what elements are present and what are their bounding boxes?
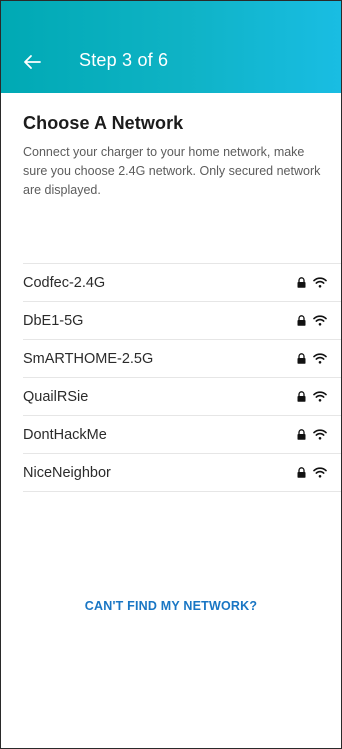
network-row-smarthome[interactable]: SmARTHOME-2.5G [23,340,341,378]
network-row-donthackme[interactable]: DontHackMe [23,416,341,454]
network-status-icons [297,416,327,453]
network-list: Codfec-2.4G DbE1-5G SmARTHOME-2.5G Quail… [23,263,341,492]
network-status-icons [297,340,327,377]
page-description: Connect your charger to your home networ… [23,145,321,197]
page-title: Choose A Network [23,113,184,133]
lock-icon [297,429,306,440]
lock-icon [297,277,306,288]
wifi-icon [313,315,327,326]
lock-icon [297,467,306,478]
network-status-icons [297,454,327,491]
network-status-icons [297,378,327,415]
screen: Step 3 of 6 Choose A Network Connect you… [0,0,342,749]
network-name: DbE1-5G [23,312,84,329]
lock-icon [297,353,306,364]
intro-section: Choose A Network Connect your charger to… [23,113,323,200]
network-row-niceneighbor[interactable]: NiceNeighbor [23,454,341,492]
lock-icon [297,391,306,402]
header-bar: Step 3 of 6 [1,1,341,93]
network-row-quailrsie[interactable]: QuailRSie [23,378,341,416]
network-status-icons [297,302,327,339]
network-name: NiceNeighbor [23,464,111,481]
network-name: DontHackMe [23,426,107,443]
step-title: Step 3 of 6 [79,50,169,70]
wifi-icon [313,429,327,440]
network-row-dbe1[interactable]: DbE1-5G [23,302,341,340]
lock-icon [297,315,306,326]
network-name: QuailRSie [23,388,89,405]
network-name: SmARTHOME-2.5G [23,350,154,367]
cant-find-network-link[interactable]: CAN'T FIND MY NETWORK? [1,599,341,613]
network-status-icons [297,264,327,301]
wifi-icon [313,467,327,478]
wifi-icon [313,277,327,288]
arrow-left-icon [24,55,41,69]
network-name: Codfec-2.4G [23,274,106,291]
wifi-icon [313,391,327,402]
back-button[interactable] [19,49,45,75]
network-row-codfec[interactable]: Codfec-2.4G [23,264,341,302]
wifi-icon [313,353,327,364]
